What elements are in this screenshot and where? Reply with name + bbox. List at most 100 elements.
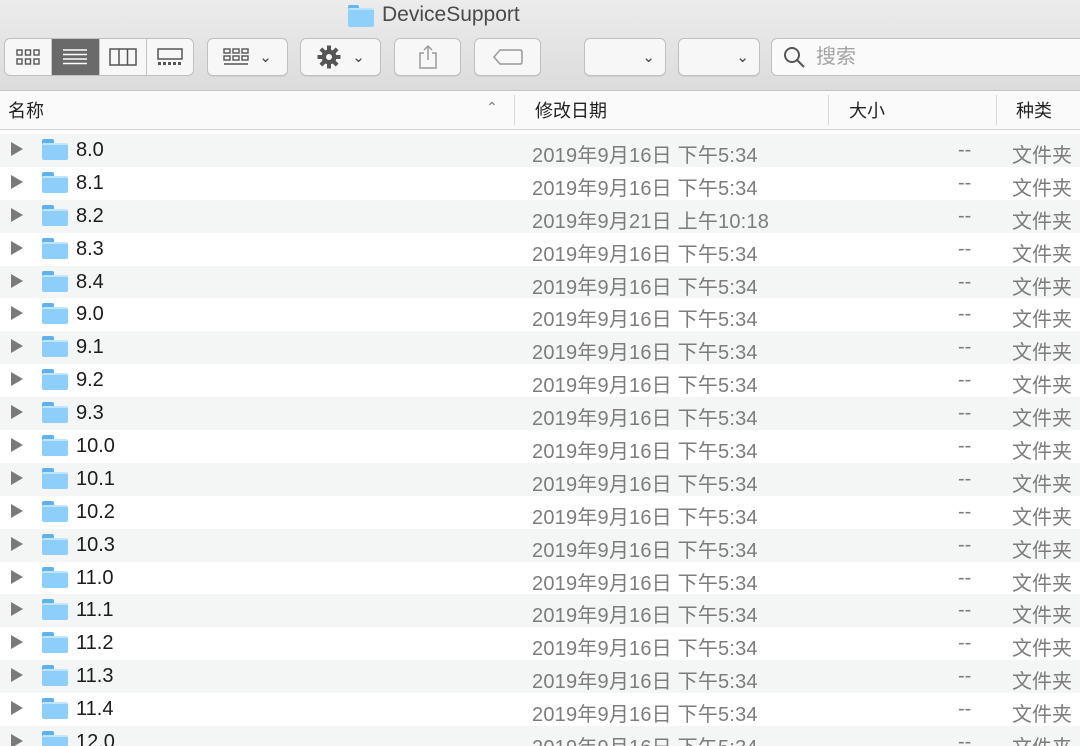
disclosure-triangle-icon[interactable] xyxy=(11,306,23,321)
folder-icon xyxy=(42,204,68,226)
folder-icon xyxy=(42,402,68,424)
column-size-header[interactable]: 大小 xyxy=(849,91,885,129)
group-by-button[interactable]: ⌄ xyxy=(207,38,288,76)
item-kind: 文件夹 xyxy=(1012,145,1072,167)
toolbar: DeviceSupport ⌄ ⌄ ⌄ ⌄ 搜索 xyxy=(0,0,1080,91)
item-size: -- xyxy=(958,237,972,260)
item-size: -- xyxy=(958,336,972,359)
column-kind-header[interactable]: 种类 xyxy=(1016,91,1052,129)
folder-icon xyxy=(42,435,68,457)
item-name: 10.1 xyxy=(76,467,115,490)
item-size: -- xyxy=(958,698,972,721)
disclosure-triangle-icon[interactable] xyxy=(11,405,23,420)
folder-icon xyxy=(348,5,374,27)
disclosure-triangle-icon[interactable] xyxy=(11,438,23,453)
item-date: 2019年9月16日 下午5:34 xyxy=(532,731,758,746)
arrange-popup[interactable]: ⌄ xyxy=(584,38,666,76)
list-item[interactable]: 11.1 2019年9月16日 下午5:34 -- 文件夹 xyxy=(0,594,1080,627)
item-date: 2019年9月16日 下午5:34 xyxy=(532,671,758,694)
list-item[interactable]: 8.0 2019年9月16日 下午5:34 -- 文件夹 xyxy=(0,134,1080,167)
sort-popup[interactable]: ⌄ xyxy=(678,38,760,76)
search-input[interactable] xyxy=(814,44,1078,70)
item-kind: 文件夹 xyxy=(1012,276,1072,299)
list-item[interactable]: 11.3 2019年9月16日 下午5:34 -- 文件夹 xyxy=(0,660,1080,693)
list-item[interactable]: 10.2 2019年9月16日 下午5:34 -- 文件夹 xyxy=(0,495,1080,529)
disclosure-triangle-icon[interactable] xyxy=(11,503,23,518)
list-icon xyxy=(63,49,88,65)
list-item[interactable]: 9.3 2019年9月16日 下午5:34 -- 文件夹 xyxy=(0,397,1080,430)
disclosure-triangle-icon[interactable] xyxy=(11,240,23,255)
item-kind: 文件夹 xyxy=(1012,638,1072,661)
item-kind: 文件夹 xyxy=(1012,605,1072,628)
disclosure-triangle-icon[interactable] xyxy=(11,339,23,354)
group-grid-icon xyxy=(223,48,249,65)
disclosure-triangle-icon[interactable] xyxy=(11,470,23,485)
item-name: 11.0 xyxy=(76,566,114,589)
column-name-header[interactable]: 名称 xyxy=(8,91,44,129)
list-item[interactable]: 8.4 2019年9月16日 下午5:34 -- 文件夹 xyxy=(0,265,1080,299)
sort-ascending-icon: ⌃ xyxy=(486,100,498,116)
share-button[interactable] xyxy=(394,38,461,76)
list-item[interactable]: 12.0 2019年9月16日 下午5:34 -- 文件夹 xyxy=(0,726,1080,746)
disclosure-triangle-icon[interactable] xyxy=(11,142,23,156)
columns-icon xyxy=(108,48,137,66)
disclosure-triangle-icon[interactable] xyxy=(11,273,23,288)
disclosure-triangle-icon[interactable] xyxy=(11,668,23,683)
list-view-button[interactable] xyxy=(52,39,100,75)
disclosure-triangle-icon[interactable] xyxy=(11,734,23,746)
chevron-down-icon: ⌄ xyxy=(642,48,655,66)
list-item[interactable]: 8.1 2019年9月16日 下午5:34 -- 文件夹 xyxy=(0,166,1080,200)
disclosure-triangle-icon[interactable] xyxy=(11,701,23,716)
item-date: 2019年9月16日 下午5:34 xyxy=(532,638,758,661)
item-size: -- xyxy=(958,665,972,688)
item-name: 8.2 xyxy=(76,204,104,227)
folder-icon xyxy=(42,171,68,193)
list-item[interactable]: 8.2 2019年9月21日 上午10:18 -- 文件夹 xyxy=(0,199,1080,233)
item-date: 2019年9月16日 下午5:34 xyxy=(532,572,758,595)
list-item[interactable]: 9.1 2019年9月16日 下午5:34 -- 文件夹 xyxy=(0,331,1080,364)
disclosure-triangle-icon[interactable] xyxy=(11,207,23,222)
list-item[interactable]: 11.4 2019年9月16日 下午5:34 -- 文件夹 xyxy=(0,693,1080,726)
item-size: -- xyxy=(958,270,972,293)
list-item[interactable]: 11.0 2019年9月16日 下午5:34 -- 文件夹 xyxy=(0,561,1080,595)
column-divider[interactable] xyxy=(828,95,829,125)
list-item[interactable]: 9.2 2019年9月16日 下午5:34 -- 文件夹 xyxy=(0,364,1080,397)
action-button[interactable]: ⌄ xyxy=(300,38,381,76)
share-icon xyxy=(418,44,437,69)
column-view-button[interactable] xyxy=(100,39,147,75)
item-size: -- xyxy=(958,566,972,589)
grid-icon xyxy=(16,49,40,65)
disclosure-triangle-icon[interactable] xyxy=(11,536,23,551)
item-name: 9.0 xyxy=(76,303,104,326)
list-item[interactable]: 11.2 2019年9月16日 下午5:34 -- 文件夹 xyxy=(0,627,1080,660)
window-title: DeviceSupport xyxy=(348,2,520,28)
disclosure-triangle-icon[interactable] xyxy=(11,635,23,650)
column-divider[interactable] xyxy=(996,95,997,125)
folder-icon xyxy=(42,731,68,746)
disclosure-triangle-icon[interactable] xyxy=(11,174,23,189)
item-name: 11.4 xyxy=(76,698,114,721)
gallery-view-button[interactable] xyxy=(147,39,193,75)
item-date: 2019年9月16日 下午5:34 xyxy=(532,441,758,464)
tag-button[interactable] xyxy=(474,38,541,76)
gallery-icon xyxy=(157,48,183,65)
list-item[interactable]: 10.1 2019年9月16日 下午5:34 -- 文件夹 xyxy=(0,462,1080,496)
disclosure-triangle-icon[interactable] xyxy=(11,569,23,584)
list-item[interactable]: 8.3 2019年9月16日 下午5:34 -- 文件夹 xyxy=(0,232,1080,266)
disclosure-triangle-icon[interactable] xyxy=(11,372,23,387)
icon-view-button[interactable] xyxy=(5,39,53,75)
item-name: 10.3 xyxy=(76,533,115,556)
item-name: 8.0 xyxy=(76,139,104,161)
folder-icon xyxy=(42,698,68,720)
item-kind: 文件夹 xyxy=(1012,704,1072,727)
file-list: 8.0 2019年9月16日 下午5:34 -- 文件夹 8.1 2019年9月… xyxy=(0,134,1080,746)
item-name: 11.3 xyxy=(76,665,114,688)
folder-icon xyxy=(42,237,68,259)
list-item[interactable]: 10.3 2019年9月16日 下午5:34 -- 文件夹 xyxy=(0,528,1080,562)
finder-window: DeviceSupport ⌄ ⌄ ⌄ ⌄ 搜索 名称 ⌃ 修改日期 大小 种类… xyxy=(0,0,1080,746)
column-date-header[interactable]: 修改日期 xyxy=(535,91,607,129)
column-divider[interactable] xyxy=(514,95,515,125)
disclosure-triangle-icon[interactable] xyxy=(11,602,23,617)
list-item[interactable]: 9.0 2019年9月16日 下午5:34 -- 文件夹 xyxy=(0,298,1080,331)
list-item[interactable]: 10.0 2019年9月16日 下午5:34 -- 文件夹 xyxy=(0,430,1080,463)
